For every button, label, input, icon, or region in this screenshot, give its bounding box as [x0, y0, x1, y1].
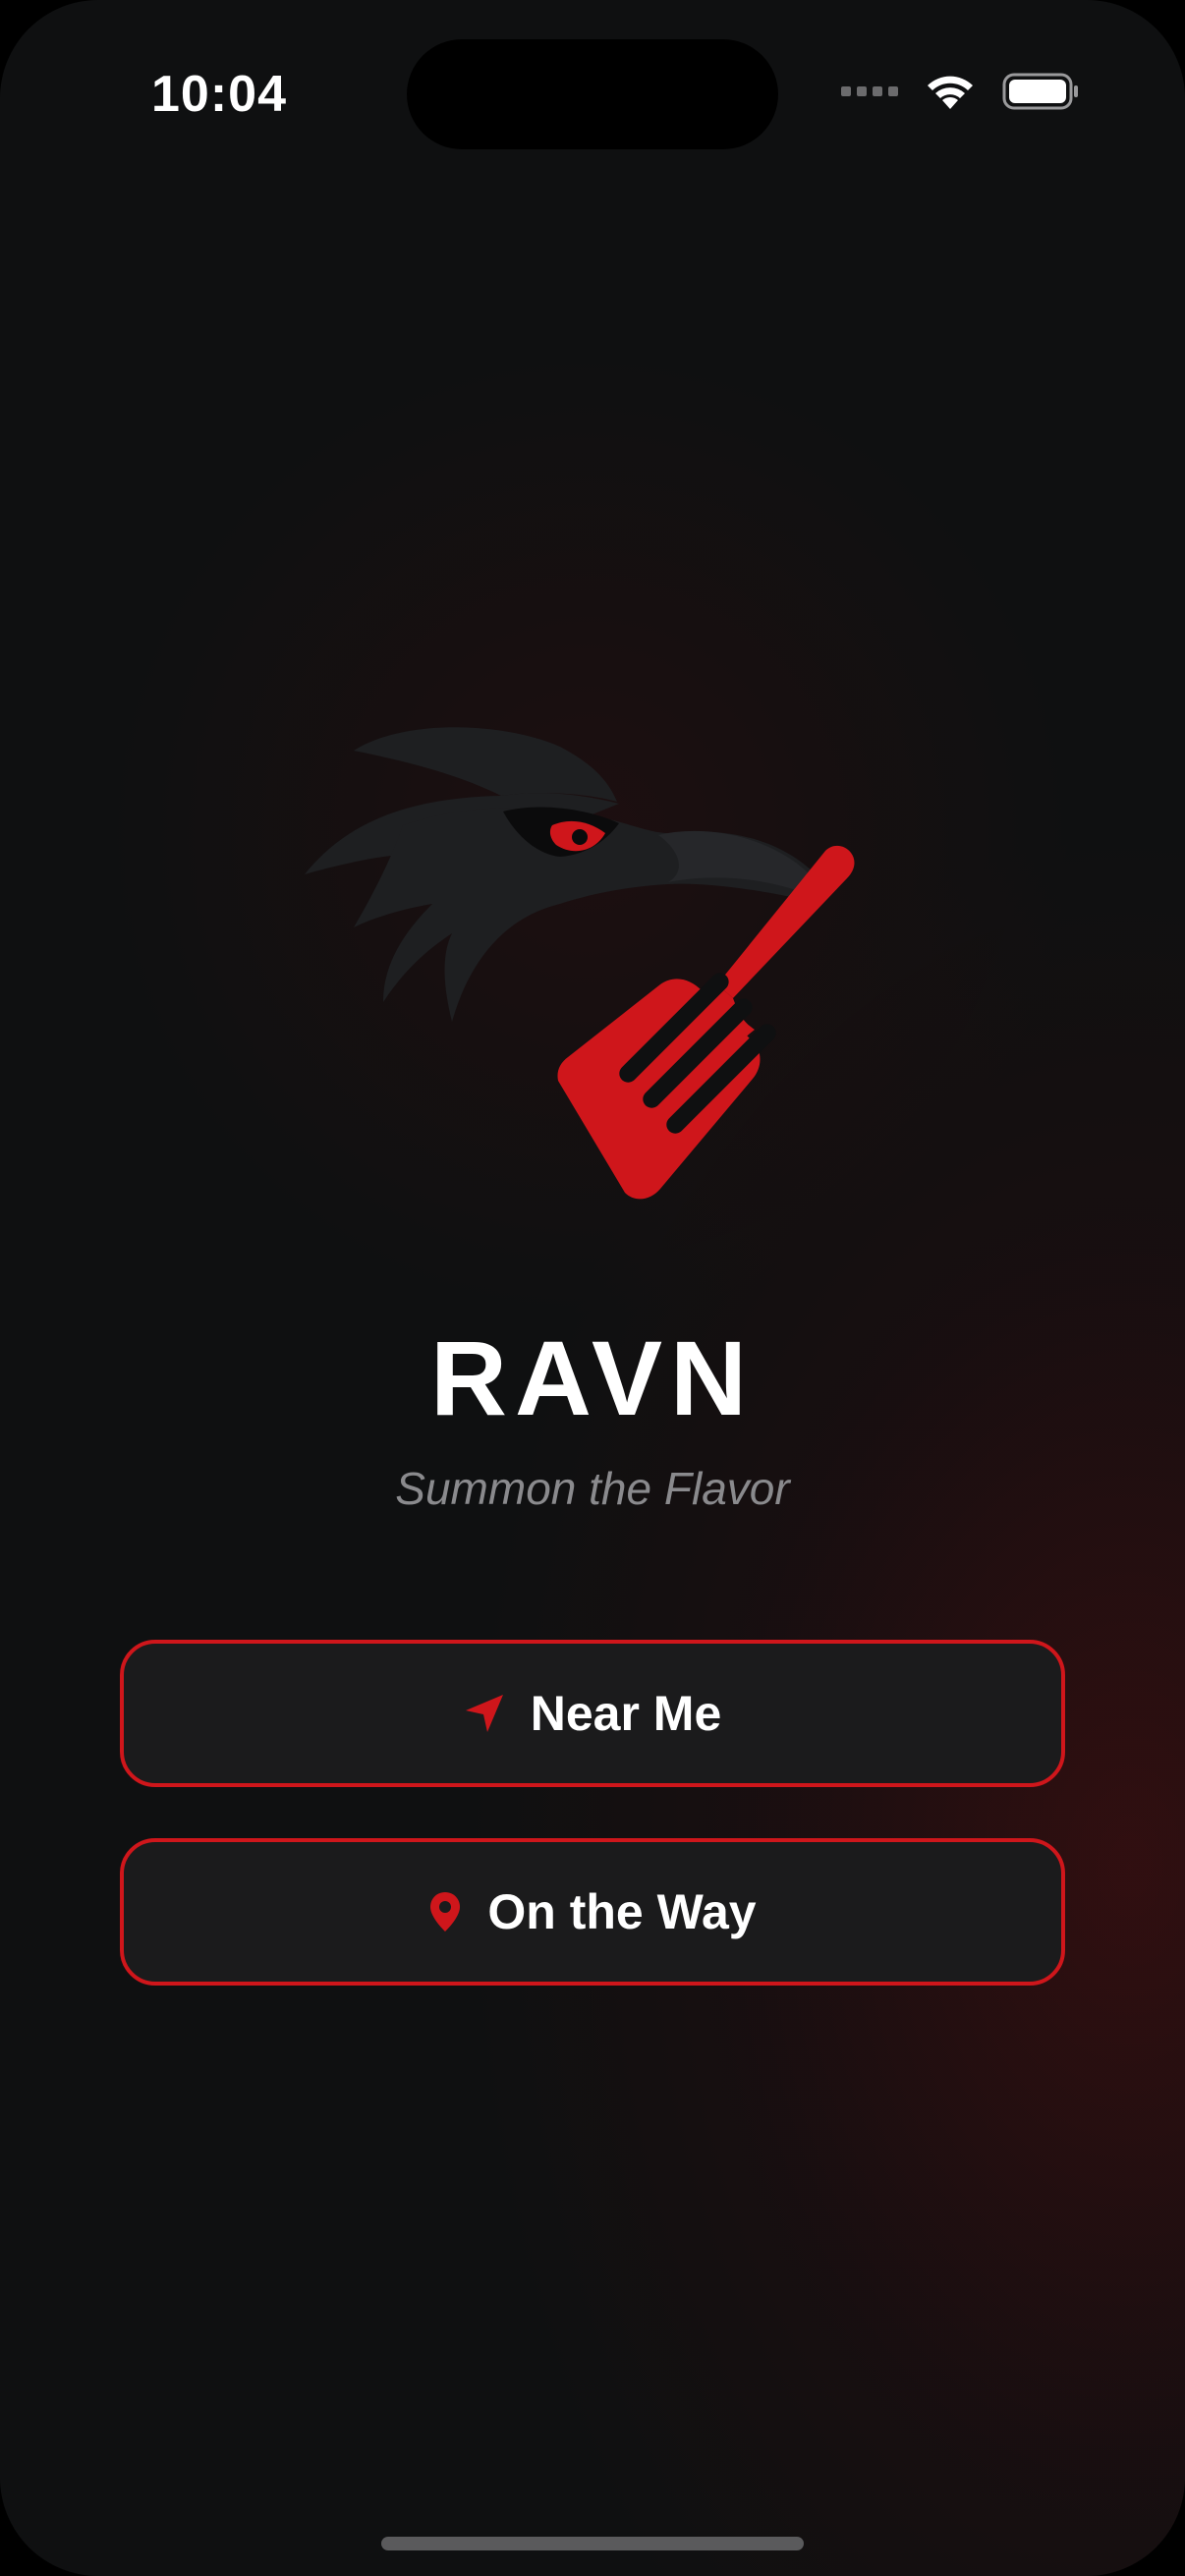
spatula-icon	[557, 845, 855, 1200]
location-arrow-icon	[464, 1693, 505, 1734]
map-pin-icon	[428, 1890, 462, 1933]
dynamic-island	[407, 39, 778, 149]
app-tagline: Summon the Flavor	[395, 1463, 790, 1514]
app-title: RAVN	[429, 1318, 755, 1437]
battery-icon	[1002, 73, 1078, 110]
app-screen: 10:04 RAVN Summon the Flavor Near Me On …	[0, 0, 1185, 2576]
status-time: 10:04	[151, 66, 287, 123]
near-me-button[interactable]: Near Me	[120, 1640, 1065, 1787]
raven-spatula-logo	[305, 727, 855, 1200]
on-the-way-button[interactable]: On the Way	[120, 1838, 1065, 1986]
cellular-signal-icon	[841, 86, 898, 96]
home-indicator[interactable]	[381, 2537, 804, 2550]
wifi-icon	[928, 76, 973, 109]
status-icons	[841, 69, 1081, 114]
near-me-label: Near Me	[530, 1686, 722, 1741]
on-the-way-label: On the Way	[487, 1884, 757, 1939]
